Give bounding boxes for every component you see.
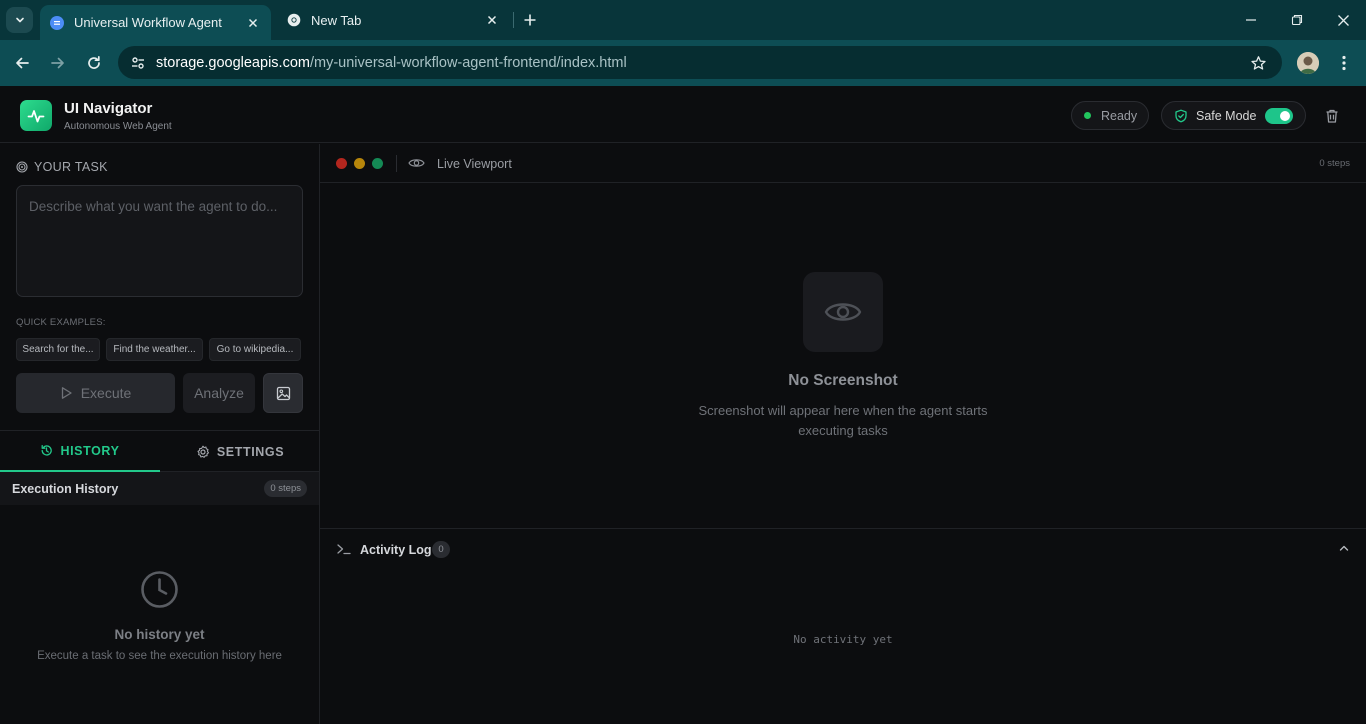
screenshot-placeholder: [803, 272, 883, 352]
live-viewport-title: Live Viewport: [437, 157, 512, 171]
tab-history[interactable]: HISTORY: [0, 431, 160, 472]
activity-empty-text: No activity yet: [793, 633, 893, 646]
app-title: UI Navigator: [64, 100, 153, 117]
history-empty-subtitle: Execute a task to see the execution hist…: [37, 650, 282, 662]
tab-title: Universal Workflow Agent: [74, 15, 222, 30]
url-host: storage.googleapis.com: [156, 54, 310, 71]
task-input[interactable]: [16, 185, 303, 297]
close-tab-icon[interactable]: [241, 11, 265, 35]
quick-examples-label: QUICK EXAMPLES:: [16, 317, 106, 328]
forward-button[interactable]: [44, 49, 72, 77]
tab-settings[interactable]: SETTINGS: [160, 431, 320, 472]
chrome-icon: [287, 13, 301, 27]
new-tab-button[interactable]: [518, 8, 542, 32]
quick-example-chip[interactable]: Search for the...: [16, 338, 100, 361]
app-root: UI Navigator Autonomous Web Agent Ready …: [0, 87, 1366, 724]
url-path: /my-universal-workflow-agent-frontend/in…: [309, 54, 627, 71]
browser-tab-universal-workflow-agent[interactable]: Universal Workflow Agent: [40, 5, 271, 40]
window-dot-green-icon: [372, 158, 383, 169]
target-icon: [16, 161, 34, 173]
reload-icon: [86, 55, 102, 71]
chevron-down-icon: [14, 14, 26, 26]
browser-tab-strip: Universal Workflow Agent New Tab: [0, 0, 1366, 40]
analyze-button[interactable]: Analyze: [183, 373, 255, 413]
bookmark-star-icon[interactable]: [1246, 51, 1270, 75]
execution-history-header: Execution History 0 steps: [0, 472, 319, 505]
status-badge: Ready: [1071, 101, 1149, 130]
shield-check-icon: [1174, 109, 1188, 123]
trash-icon: [1324, 108, 1340, 124]
close-icon: [1337, 14, 1350, 27]
window-dot-yellow-icon: [354, 158, 365, 169]
site-settings-icon[interactable]: [120, 46, 156, 79]
window-dot-red-icon: [336, 158, 347, 169]
quick-example-chip[interactable]: Go to wikipedia...: [209, 338, 301, 361]
activity-count-badge: 0: [432, 541, 450, 558]
panel-tabs: HISTORY SETTINGS: [0, 430, 319, 472]
minimize-button[interactable]: [1228, 0, 1274, 40]
activity-log-header[interactable]: Activity Log 0: [320, 529, 1366, 570]
eye-icon: [824, 298, 862, 326]
tab-history-label: HISTORY: [60, 443, 120, 458]
play-icon: [60, 386, 81, 400]
history-step-count: 0 steps: [264, 480, 307, 497]
status-dot-icon: [1084, 112, 1091, 119]
arrow-right-icon: [50, 55, 66, 71]
left-panel: YOUR TASK QUICK EXAMPLES: Search for the…: [0, 144, 320, 724]
activity-pulse-icon: [20, 100, 52, 131]
history-empty-title: No history yet: [114, 627, 205, 642]
status-text: Ready: [1101, 108, 1138, 123]
restore-button[interactable]: [1274, 0, 1320, 40]
tab-settings-label: SETTINGS: [216, 444, 285, 459]
back-button[interactable]: [8, 49, 36, 77]
more-vertical-icon: [1342, 55, 1346, 71]
browser-menu-button[interactable]: [1332, 50, 1356, 76]
your-task-heading: YOUR TASK: [16, 160, 108, 174]
close-tab-icon[interactable]: [480, 8, 504, 32]
tab-favicon-icon: [50, 15, 64, 30]
no-screenshot-subtitle: Screenshot will appear here when the age…: [698, 403, 988, 438]
safe-mode-switch[interactable]: [1265, 108, 1293, 124]
tab-search-button[interactable]: [6, 7, 33, 33]
activity-log-panel: Activity Log 0 No activity yet: [320, 528, 1366, 724]
viewport-header: Live Viewport 0 steps: [320, 144, 1366, 183]
clear-button[interactable]: [1321, 105, 1343, 127]
close-window-button[interactable]: [1320, 0, 1366, 40]
no-screenshot-title: No Screenshot: [788, 372, 898, 389]
execute-button[interactable]: Execute: [16, 373, 175, 413]
eye-icon: [408, 156, 425, 170]
execute-label: Execute: [80, 385, 132, 401]
profile-avatar[interactable]: [1297, 52, 1319, 74]
execution-history-title: Execution History: [12, 482, 119, 496]
quick-example-chip[interactable]: Find the weather...: [106, 338, 203, 361]
viewport-step-count: 0 steps: [1319, 158, 1350, 169]
tab-title: New Tab: [311, 12, 362, 28]
arrow-left-icon: [14, 55, 30, 71]
restore-icon: [1291, 14, 1303, 26]
safe-mode-label: Safe Mode: [1196, 108, 1257, 123]
clock-icon: [140, 570, 179, 609]
your-task-label: YOUR TASK: [34, 160, 108, 174]
address-bar[interactable]: storage.googleapis.com/my-universal-work…: [118, 46, 1282, 79]
terminal-icon: [336, 542, 352, 556]
app-subtitle: Autonomous Web Agent: [64, 121, 172, 132]
chevron-up-icon[interactable]: [1338, 542, 1350, 554]
app-header: UI Navigator Autonomous Web Agent Ready …: [0, 87, 1366, 143]
safe-mode-toggle[interactable]: Safe Mode: [1161, 101, 1306, 130]
tab-divider: [513, 12, 514, 28]
divider: [396, 155, 397, 172]
browser-tab-new-tab[interactable]: New Tab: [278, 6, 510, 34]
url-text: storage.googleapis.com/my-universal-work…: [156, 55, 627, 71]
browser-toolbar: storage.googleapis.com/my-universal-work…: [0, 40, 1366, 86]
gear-icon: [196, 445, 217, 459]
image-icon: [276, 386, 291, 401]
plus-icon: [523, 13, 537, 27]
minimize-icon: [1245, 14, 1257, 26]
activity-log-title: Activity Log: [360, 543, 432, 557]
history-icon: [40, 444, 60, 457]
reload-button[interactable]: [80, 49, 108, 77]
attach-image-button[interactable]: [263, 373, 303, 413]
